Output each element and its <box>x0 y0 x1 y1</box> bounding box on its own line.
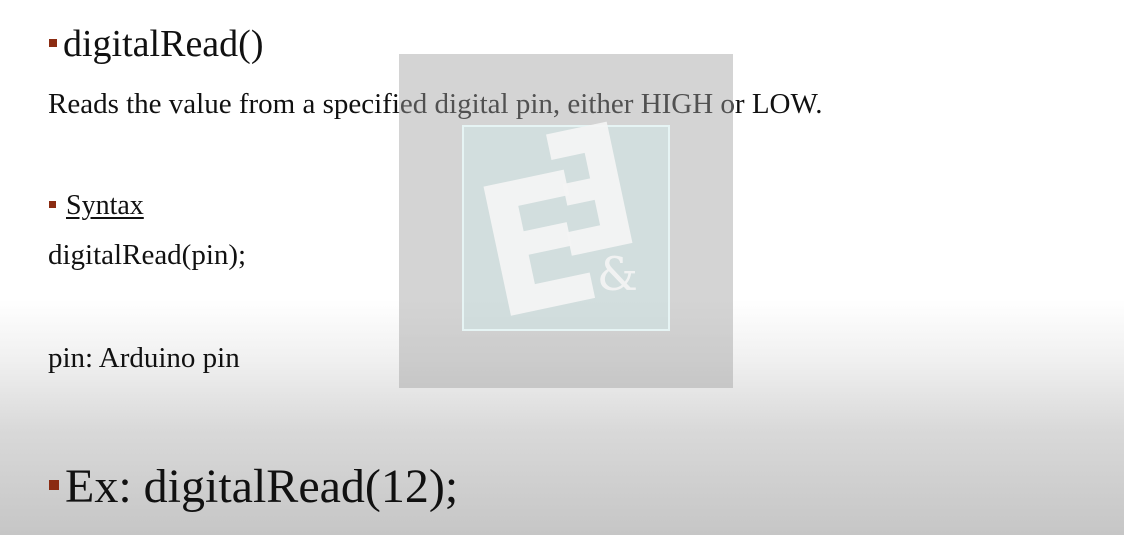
heading-text: digitalRead() <box>63 23 264 65</box>
syntax-heading: Syntax <box>49 189 144 223</box>
watermark: & <box>399 54 733 388</box>
bullet-icon <box>49 479 59 490</box>
bullet-icon <box>49 201 56 209</box>
parameter-text: pin: Arduino pin <box>48 342 240 374</box>
syntax-label: Syntax <box>66 190 144 221</box>
slide-heading: digitalRead() <box>49 22 263 66</box>
slide: digitalRead() Reads the value from a spe… <box>0 0 1124 535</box>
example-text: Ex: digitalRead(12); <box>65 460 459 513</box>
svg-text:&: & <box>597 247 638 301</box>
syntax-code: digitalRead(pin); <box>48 239 247 271</box>
example-line: Ex: digitalRead(12); <box>49 459 458 515</box>
e3-logo-icon: & <box>462 121 670 331</box>
bullet-icon <box>49 39 57 48</box>
